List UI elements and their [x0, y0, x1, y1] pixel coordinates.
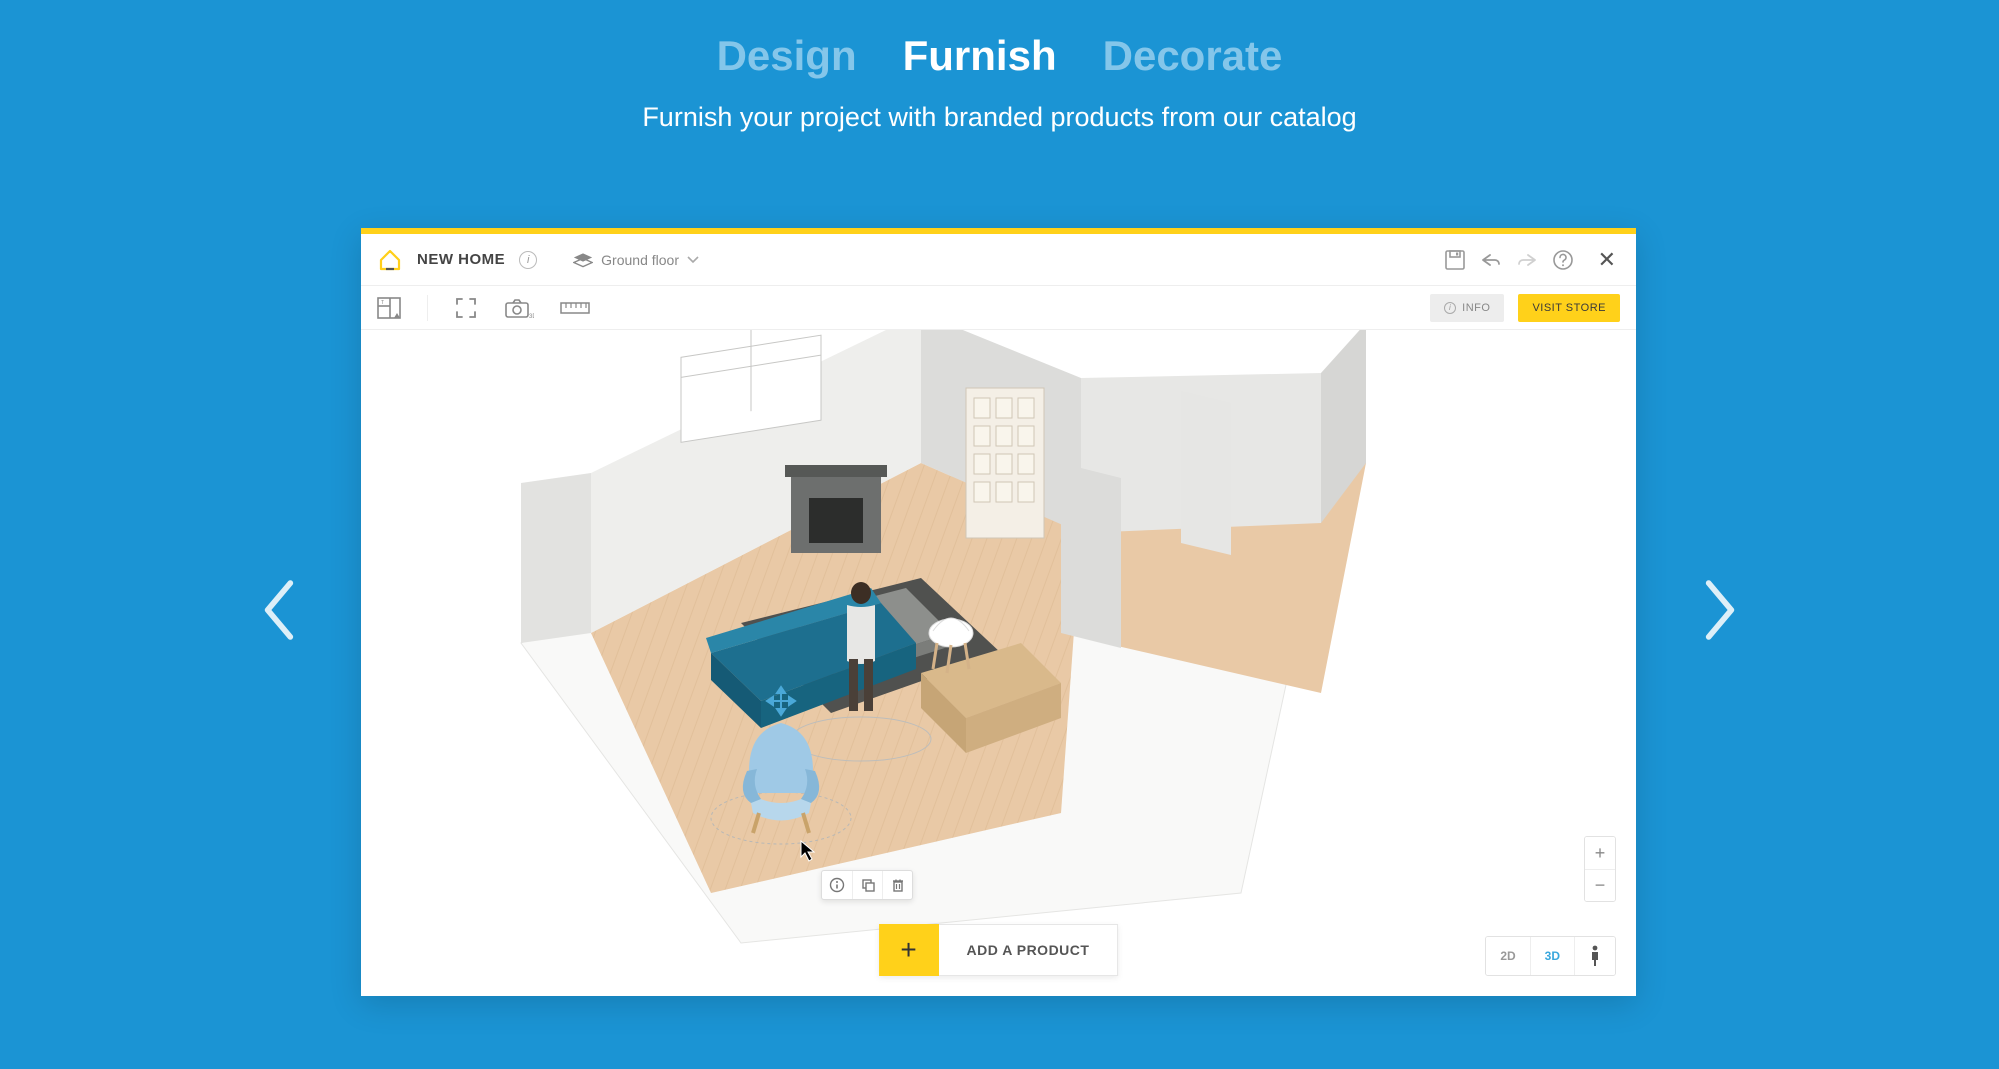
add-product-label: ADD A PRODUCT [939, 924, 1119, 976]
undo-icon[interactable] [1480, 249, 1502, 271]
floor-selector[interactable]: Ground floor [573, 252, 699, 268]
app-header: NEW HOME i Ground floor ✕ [361, 234, 1636, 286]
object-info-icon[interactable] [822, 871, 852, 899]
carousel-next[interactable] [1703, 580, 1737, 640]
svg-text:3D: 3D [529, 314, 534, 319]
zoom-controls: + − [1584, 836, 1616, 902]
layers-icon [573, 252, 593, 268]
visit-store-label: VISIT STORE [1532, 302, 1606, 314]
plus-icon: + [879, 924, 939, 976]
camera-icon[interactable]: 3D [504, 297, 534, 319]
object-duplicate-icon[interactable] [852, 871, 882, 899]
app-window: NEW HOME i Ground floor ✕ T [361, 228, 1636, 996]
fullscreen-icon[interactable] [454, 297, 478, 319]
person-icon [1589, 945, 1601, 967]
carousel-prev[interactable] [262, 580, 296, 640]
info-icon: i [1444, 302, 1456, 314]
hero-subtitle: Furnish your project with branded produc… [0, 102, 1999, 133]
tab-decorate[interactable]: Decorate [1103, 32, 1283, 80]
floorplan-tool-icon[interactable]: T [377, 297, 401, 319]
svg-text:T: T [381, 300, 384, 306]
floor-label: Ground floor [601, 252, 679, 268]
close-icon[interactable]: ✕ [1588, 247, 1620, 273]
object-toolbar [821, 870, 913, 900]
canvas[interactable]: + − 2D 3D + ADD A PRODUCT [361, 330, 1636, 996]
zoom-out-button[interactable]: − [1585, 869, 1615, 901]
redo-icon[interactable] [1516, 249, 1538, 271]
project-name: NEW HOME [417, 251, 505, 268]
scene-3d [361, 330, 1636, 996]
chevron-down-icon [687, 256, 699, 264]
tab-furnish[interactable]: Furnish [903, 32, 1057, 80]
zoom-in-button[interactable]: + [1585, 837, 1615, 869]
project-info-icon[interactable]: i [519, 251, 537, 269]
info-button-label: INFO [1462, 302, 1490, 314]
info-button[interactable]: i INFO [1430, 294, 1504, 322]
tab-design[interactable]: Design [717, 32, 857, 80]
app-toolbar: T 3D i INFO VISIT STORE [361, 286, 1636, 330]
view-2d-button[interactable]: 2D [1486, 937, 1529, 975]
visit-store-button[interactable]: VISIT STORE [1518, 294, 1620, 322]
view-walk-button[interactable] [1574, 937, 1615, 975]
app-logo-icon [377, 247, 403, 273]
view-toggle: 2D 3D [1485, 936, 1616, 976]
chevron-right-icon [1703, 580, 1737, 640]
object-delete-icon[interactable] [882, 871, 912, 899]
ruler-icon[interactable] [560, 297, 590, 319]
view-3d-button[interactable]: 3D [1530, 937, 1574, 975]
save-icon[interactable] [1444, 249, 1466, 271]
add-product-button[interactable]: + ADD A PRODUCT [879, 924, 1119, 976]
help-icon[interactable] [1552, 249, 1574, 271]
chevron-left-icon [262, 580, 296, 640]
